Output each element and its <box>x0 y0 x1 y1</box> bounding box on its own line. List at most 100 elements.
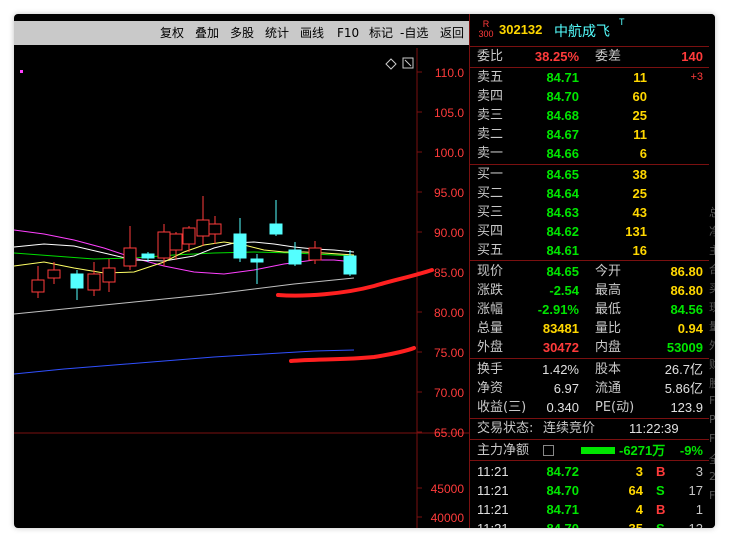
bid-price: 84.61 <box>546 243 579 258</box>
tick-row[interactable]: 11:21 84.71 4 B 1 <box>477 500 703 519</box>
price-axis-label: 90.00 <box>433 226 464 240</box>
ask-label: 卖一 <box>477 146 504 161</box>
stat-value: -2.54 <box>549 283 579 298</box>
candle-body <box>343 255 357 275</box>
fundamental-value: 5.86亿 <box>664 381 703 396</box>
kline-chart[interactable]: 110.0 105.0 100.0 95.00 90.00 85.00 80.0… <box>14 48 469 528</box>
tick-time: 11:21 <box>477 483 509 498</box>
bid-price: 84.64 <box>546 186 579 201</box>
stat-value: 86.80 <box>670 264 703 279</box>
side-panel-edge: 总净主合买现量外财股FPF全2F <box>709 14 715 528</box>
stat-value: 0.94 <box>677 321 703 336</box>
edge-char: F <box>709 432 715 445</box>
edge-char: 合 <box>709 263 715 276</box>
fundamental-value: 6.97 <box>553 381 579 396</box>
fundamental-row: 换手 1.42% 股本 26.7亿 <box>477 360 703 379</box>
stat-label: 最低 <box>595 302 622 317</box>
toolbar-back-button[interactable]: 返回 <box>440 21 464 45</box>
tick-count: 17 <box>688 483 703 498</box>
tick-side: S <box>656 483 665 498</box>
ask-row[interactable]: 卖二 84.67 11 <box>477 125 703 144</box>
market-badge: R 300 <box>475 19 497 39</box>
main-flow-pct: -9% <box>679 443 703 458</box>
candle-body <box>208 223 222 235</box>
ask-row[interactable]: 卖三 84.68 25 <box>477 106 703 125</box>
price-axis-label: 105.0 <box>433 106 464 120</box>
toolbar-overlay-button[interactable]: 叠加 <box>195 21 219 45</box>
ask-volume: 11 <box>633 127 647 142</box>
tick-row[interactable]: 11:21 84.70 35 S 12 <box>477 519 703 528</box>
quote-panel: R 300 302132 中航成飞 T 委比 38.25% 委差 140 卖五 8… <box>469 14 715 528</box>
bid-label: 买二 <box>477 186 504 201</box>
candle-body <box>31 279 45 293</box>
ask-row[interactable]: 卖五 84.71 11 +3 <box>477 68 703 87</box>
diamond-icon[interactable] <box>385 58 397 70</box>
marker-dot <box>20 70 23 73</box>
tick-row[interactable]: 11:21 84.70 64 S 17 <box>477 481 703 500</box>
fundamental-label: 流通 <box>595 381 622 396</box>
toolbar-fuquan-button[interactable]: 复权 <box>160 21 184 45</box>
price-axis-label: 70.00 <box>433 386 464 400</box>
bid-row[interactable]: 买二 84.64 25 <box>477 184 703 203</box>
bid-label: 买三 <box>477 205 504 220</box>
bid-price: 84.63 <box>546 205 579 220</box>
stat-value: 83481 <box>542 321 579 336</box>
edge-char: 总 <box>709 206 715 219</box>
ask-volume: 25 <box>632 108 647 123</box>
bid-row[interactable]: 买四 84.62 131 <box>477 222 703 241</box>
ask-label: 卖三 <box>477 108 504 123</box>
stat-label: 总量 <box>477 321 504 336</box>
fundamental-row: 净资 6.97 流通 5.86亿 <box>477 379 703 398</box>
toolbar-remove-watchlist-button[interactable]: -自选 <box>400 21 428 45</box>
price-axis-label: 80.00 <box>433 306 464 320</box>
stat-value: -2.91% <box>537 302 579 317</box>
edge-char: 现 <box>709 301 715 314</box>
status-label: 交易状态: <box>477 421 534 436</box>
tick-side: S <box>656 519 665 528</box>
tick-time: 11:21 <box>477 464 509 479</box>
candle-body <box>47 269 61 279</box>
ask-row[interactable]: 卖一 84.66 6 <box>477 144 703 163</box>
toolbar-mark-button[interactable]: 标记 <box>369 21 393 45</box>
weibi-row: 委比 38.25% 委差 140 <box>477 47 703 66</box>
badge-bottom: 300 <box>478 29 494 39</box>
trading-window: 复权 叠加 多股 统计 画线 F10 标记 -自选 返回 110.0 105.0… <box>14 14 715 528</box>
bid-price: 84.62 <box>546 224 579 239</box>
tick-row[interactable]: 11:21 84.72 3 B 3 <box>477 462 703 481</box>
bid-volume: 43 <box>632 205 647 220</box>
tick-price: 84.71 <box>546 502 579 517</box>
ask-volume: 6 <box>639 146 647 161</box>
stock-superscript: T <box>619 17 625 27</box>
bid-row[interactable]: 买五 84.61 16 <box>477 241 703 260</box>
ask-price: 84.66 <box>546 146 579 161</box>
bid-row[interactable]: 买一 84.65 38 <box>477 165 703 184</box>
ask-price: 84.70 <box>546 89 579 104</box>
divider <box>469 358 709 359</box>
ask-change: +3 <box>690 71 703 83</box>
toolbar-multi-stock-button[interactable]: 多股 <box>230 21 254 45</box>
bid-row[interactable]: 买三 84.63 43 <box>477 203 703 222</box>
list-icon[interactable] <box>543 445 554 456</box>
stat-value: 53009 <box>666 340 703 355</box>
edge-char: 财 <box>709 358 715 371</box>
ask-row[interactable]: 卖四 84.70 60 <box>477 87 703 106</box>
tick-count: 12 <box>689 519 703 528</box>
tick-volume: 64 <box>628 483 643 498</box>
bid-volume: 16 <box>632 243 647 258</box>
ask-price: 84.71 <box>546 70 579 85</box>
edge-char: 股 <box>709 377 715 390</box>
toolbar-stats-button[interactable]: 统计 <box>265 21 289 45</box>
stock-name[interactable]: 中航成飞 <box>554 21 610 41</box>
stock-code: 302132 <box>499 22 543 37</box>
weicha-value: 140 <box>681 49 703 64</box>
ask-volume: 60 <box>632 89 647 104</box>
volume-axis-label: 45000 <box>430 482 464 496</box>
stat-label: 外盘 <box>477 340 504 355</box>
toolbar-f10-button[interactable]: F10 <box>337 21 359 45</box>
candle-body <box>123 247 137 267</box>
stat-label: 现价 <box>477 264 504 279</box>
kline-svg <box>14 48 469 528</box>
stat-value: 84.65 <box>546 264 579 279</box>
edge-char: F <box>709 489 715 502</box>
toolbar-draw-button[interactable]: 画线 <box>300 21 324 45</box>
